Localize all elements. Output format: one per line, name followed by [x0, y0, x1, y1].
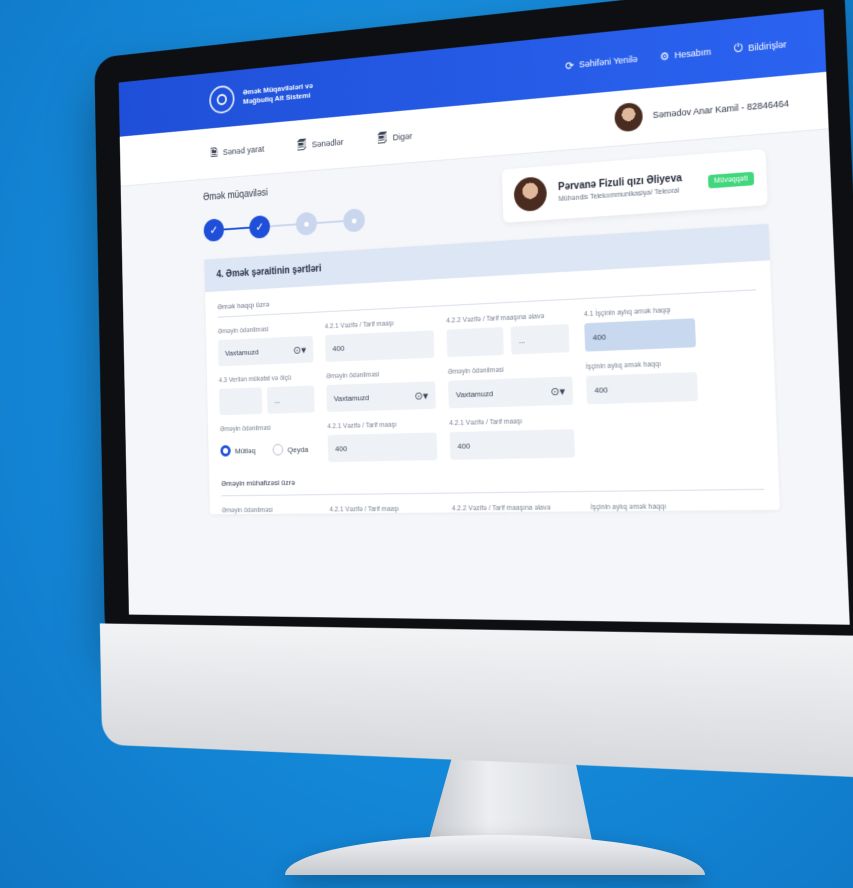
- field-label: Əməyin ödənilməsi: [326, 371, 380, 381]
- step-1[interactable]: ✓: [203, 218, 225, 242]
- user-info[interactable]: Səmədov Anar Kamil - 82846464: [614, 89, 789, 133]
- field-label: 4.3 Verilən mükafat və ölçü: [218, 374, 292, 385]
- top-actions: ⟳ Səhifəni Yenilə ⚙ Hesabım ⏻ Bildirişlər: [565, 37, 787, 73]
- field-bonus: 4.3 Verilən mükafat və ölçü ...: [218, 374, 315, 416]
- steps: ✓ ✓ ● ●: [203, 208, 366, 242]
- chevron-down-icon: ⊙▾: [292, 343, 307, 357]
- employee-info: Pərvanə Fizuli qızı Əliyeva Mühəndis Tel…: [558, 172, 683, 202]
- payment-mode-radios: Mütləq Qeyda: [220, 435, 316, 464]
- stepper-title: Əmək müqaviləsi: [202, 187, 268, 204]
- field-label: Əməyin ödənilməsi: [447, 366, 504, 376]
- account-button[interactable]: ⚙ Hesabım: [659, 44, 711, 64]
- step-connector: [223, 226, 250, 231]
- nav-other[interactable]: 🗐 Digər: [377, 127, 412, 148]
- field-label: Əməyin ödənilməsi: [217, 326, 269, 336]
- power-icon: ⏻: [733, 41, 744, 56]
- field-label: 4.2.2 Vəzifə / Tarif maaşına əlavə: [446, 313, 545, 325]
- field-label: 4.2.1 Vəzifə / Tarif maaşı: [324, 320, 394, 331]
- bonus-group: ...: [219, 385, 315, 416]
- field-tariff-3: 4.2.1 Vəzifə / Tarif maaşı 400: [449, 417, 576, 460]
- field-label: 4.1 İşçinin aylıq əmək haqqı: [583, 307, 671, 319]
- employee-card: Pərvanə Fizuli qızı Əliyeva Mühəndis Tel…: [501, 149, 768, 223]
- field-tariff-2: 4.2.1 Vəzifə / Tarif maaşı 400: [327, 421, 438, 463]
- bonus-unit[interactable]: ...: [266, 385, 315, 414]
- monitor-bezel: Əmək Müqavilələri və Məğbuliq Alt Sistem…: [94, 0, 853, 779]
- monitor-chin: [99, 623, 853, 779]
- payment-type-select-3[interactable]: Vaxtamuzd ⊙▾: [448, 376, 574, 409]
- field-monthly-salary-2: İşçinin aylıq əmək haqqı 400: [585, 360, 699, 405]
- account-icon: ⚙: [659, 49, 670, 64]
- documents-icon: 🗐: [296, 137, 307, 152]
- step-2[interactable]: ✓: [249, 214, 271, 239]
- status-badge: Müvəqqəti: [707, 171, 755, 188]
- user-name: Səmədov Anar Kamil - 82846464: [652, 98, 790, 121]
- notifications-button[interactable]: ⏻ Bildirişlər: [734, 37, 787, 57]
- payment-type-select-2[interactable]: Vaxtamuzd ⊙▾: [326, 381, 436, 413]
- step-3[interactable]: ●: [295, 211, 318, 236]
- refresh-icon: ⟳: [565, 58, 575, 73]
- step-connector: [316, 220, 344, 224]
- radio-absolute[interactable]: Mütləq: [220, 445, 256, 457]
- check-icon: ✓: [255, 220, 265, 234]
- field-label: 4.2.1 Vəzifə / Tarif maaşı: [449, 418, 523, 428]
- nav-menu: 🗎 Sənəd yarat 🗐 Sənədlər 🗐 Digər: [210, 127, 412, 162]
- field-label-only: 4.2.2 Vəzifə / Tarif maaşına əlavə: [451, 504, 551, 513]
- tariff-input-2[interactable]: 400: [327, 432, 438, 463]
- circle-icon: ●: [350, 213, 358, 228]
- main-content: Əmək müqaviləsi ✓ ✓ ● ● Pərvanə Fizuli q…: [121, 129, 845, 515]
- tariff-input[interactable]: 400: [325, 330, 435, 363]
- field-label-only: İşçinin aylıq əmək haqqı: [590, 503, 667, 512]
- monthly-salary-input[interactable]: 400: [584, 318, 696, 352]
- monitor: Əmək Müqavilələri və Məğbuliq Alt Sistem…: [0, 0, 853, 888]
- avatar: [614, 101, 644, 133]
- gear-logo-icon: [208, 84, 235, 115]
- monitor-base: [285, 835, 705, 875]
- field-payment-mode: Əməyin ödənilməsi Mütləq Qeyda: [220, 424, 316, 464]
- check-icon: ✓: [209, 223, 219, 237]
- field-label: 4.2.1 Vəzifə / Tarif maaşı: [327, 421, 397, 431]
- other-icon: 🗐: [377, 130, 388, 145]
- field-label-only: 4.2.1 Vəzifə / Tarif maaşı: [329, 505, 400, 514]
- refresh-button[interactable]: ⟳ Səhifəni Yenilə: [565, 52, 638, 73]
- stepper: Əmək müqaviləsi ✓ ✓ ● ●: [202, 180, 366, 243]
- field-payment-type-2: Əməyin ödənilməsi Vaxtamuzd ⊙▾: [326, 369, 436, 413]
- radio-dot: [272, 443, 284, 456]
- payment-type-select[interactable]: Vaxtamuzd ⊙▾: [217, 335, 314, 367]
- bonus-input[interactable]: [219, 387, 263, 416]
- chevron-down-icon: ⊙▾: [550, 384, 566, 398]
- tariff-addition-input[interactable]: [446, 327, 504, 358]
- radio-dot: [220, 445, 231, 457]
- field-label-only: Əməyin ödənilməsi: [221, 507, 273, 515]
- step-connector: [269, 223, 296, 228]
- app-title: Əmək Müqavilələri və Məğbuliq Alt Sistem…: [243, 81, 313, 107]
- monthly-salary-input-2[interactable]: 400: [586, 372, 699, 405]
- field-payment-type-3: Əməyin ödənilməsi Vaxtamuzd ⊙▾: [447, 364, 574, 409]
- field-tariff-addition: 4.2.2 Vəzifə / Tarif maaşına əlavə ...: [446, 312, 572, 358]
- radio-note[interactable]: Qeyda: [272, 443, 309, 456]
- field-monthly-salary: 4.1 İşçinin aylıq əmək haqqı 400: [584, 306, 696, 352]
- field-label: İşçinin aylıq əmək haqqı: [585, 360, 662, 371]
- nav-documents[interactable]: 🗐 Sənədlər: [297, 133, 344, 155]
- screen: Əmək Müqavilələri və Məğbuliq Alt Sistem…: [118, 9, 850, 625]
- document-add-icon: 🗎: [210, 145, 218, 159]
- step-4[interactable]: ●: [343, 208, 366, 233]
- field-label: Əməyin ödənilməsi: [219, 425, 271, 434]
- brand[interactable]: Əmək Müqavilələri və Məğbuliq Alt Sistem…: [208, 77, 313, 115]
- tariff-addition-unit[interactable]: ...: [510, 324, 570, 355]
- chevron-down-icon: ⊙▾: [414, 388, 429, 403]
- circle-icon: ●: [303, 216, 310, 231]
- field-tariff: 4.2.1 Vəzifə / Tarif maaşı 400: [324, 318, 435, 363]
- tariff-input-3[interactable]: 400: [449, 429, 576, 460]
- nav-create-document[interactable]: 🗎 Sənəd yarat: [210, 140, 264, 162]
- tariff-addition-group: ...: [446, 324, 572, 358]
- conditions-section: 4. Əmək şəraitinin şərtləri Əmək haqqı ü…: [204, 223, 780, 515]
- employee-avatar: [513, 176, 548, 213]
- field-payment-type: Əməyin ödənilməsi Vaxtamuzd ⊙▾: [217, 324, 314, 367]
